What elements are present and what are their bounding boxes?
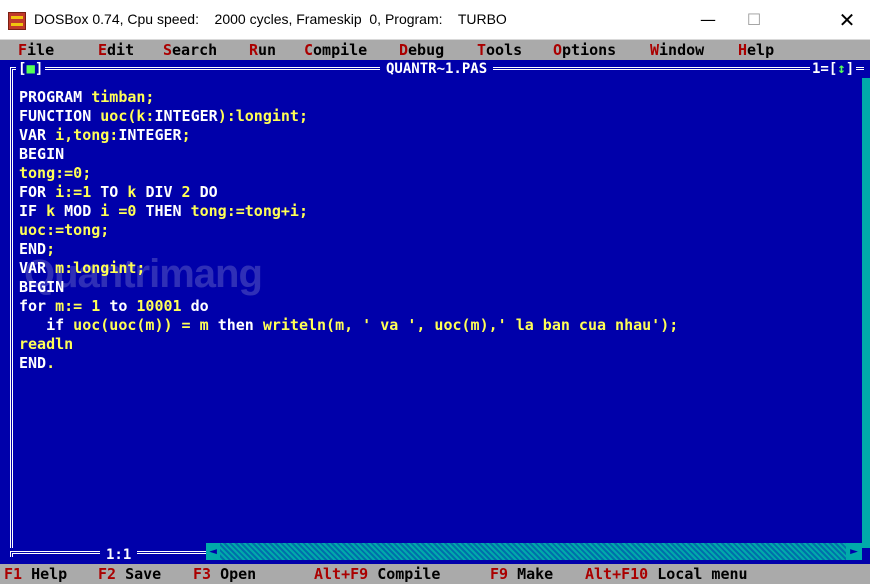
- menu-search[interactable]: Search: [163, 40, 217, 60]
- code-line[interactable]: for m:= 1 to 10001 do: [19, 297, 678, 316]
- code-keyword: FUNCTION: [19, 107, 92, 125]
- code-line[interactable]: tong:=0;: [19, 164, 678, 183]
- editor-close-box[interactable]: [■]: [16, 60, 46, 78]
- code-keyword: INTEGER: [118, 126, 182, 144]
- editor-window-number[interactable]: 1=[↕]: [810, 60, 857, 78]
- code-keyword: to: [109, 297, 128, 315]
- status-help[interactable]: F1 Help: [4, 564, 67, 584]
- code-keyword: MOD: [64, 202, 92, 220]
- status-compile[interactable]: Alt+F9 Compile: [314, 564, 440, 584]
- cursor-position: 1:1: [100, 548, 138, 562]
- code-keyword: IF: [19, 202, 38, 220]
- editor-filename: QUANTR~1.PAS: [380, 60, 494, 78]
- code-text: .: [46, 354, 56, 372]
- menu-debug[interactable]: Debug: [399, 40, 444, 60]
- code-line[interactable]: END.: [19, 354, 678, 373]
- code-line[interactable]: BEGIN: [19, 145, 678, 164]
- scroll-right-arrow-icon[interactable]: ►: [846, 543, 862, 560]
- horizontal-scrollbar[interactable]: [206, 543, 862, 560]
- code-line[interactable]: PROGRAM timban;: [19, 88, 678, 107]
- code-text: m:= 1: [46, 297, 110, 315]
- code-line[interactable]: VAR i,tong:INTEGER;: [19, 126, 678, 145]
- menu-options[interactable]: Options: [553, 40, 616, 60]
- menu-bar: File Edit Search Run Compile Debug Tools…: [0, 40, 870, 60]
- status-local-menu[interactable]: Alt+F10 Local menu: [585, 564, 748, 584]
- menu-tools[interactable]: Tools: [477, 40, 522, 60]
- status-bar: F1 Help F2 Save F3 Open Alt+F9 Compile F…: [0, 564, 870, 584]
- code-text: 10001: [127, 297, 191, 315]
- code-line[interactable]: if uoc(uoc(m)) = m then writeln(m, ' va …: [19, 316, 678, 335]
- code-editor[interactable]: PROGRAM timban; FUNCTION uoc(k:INTEGER):l…: [19, 88, 678, 373]
- code-keyword: BEGIN: [19, 145, 65, 163]
- editor-frame-bottom: 1:1: [10, 548, 216, 562]
- code-keyword: DO: [199, 183, 218, 201]
- code-text: ):longint;: [217, 107, 308, 125]
- status-make[interactable]: F9 Make: [490, 564, 553, 584]
- code-text: uoc(k:: [91, 107, 155, 125]
- menu-compile[interactable]: Compile: [304, 40, 367, 60]
- code-keyword: for: [19, 297, 47, 315]
- code-text: tong:=tong+i;: [181, 202, 308, 220]
- code-text: i,tong:: [46, 126, 119, 144]
- code-keyword: then: [217, 316, 254, 334]
- code-text: readln: [19, 335, 74, 353]
- code-text: ;: [46, 240, 56, 258]
- dos-screen: File Edit Search Run Compile Debug Tools…: [0, 40, 870, 584]
- code-line[interactable]: IF k MOD i =0 THEN tong:=tong+i;: [19, 202, 678, 221]
- status-save[interactable]: F2 Save: [98, 564, 161, 584]
- menu-run[interactable]: Run: [249, 40, 276, 60]
- code-keyword: PROGRAM: [19, 88, 83, 106]
- code-text: 2: [172, 183, 200, 201]
- code-keyword: END: [19, 240, 47, 258]
- code-text: timban;: [82, 88, 155, 106]
- code-keyword: FOR: [19, 183, 47, 201]
- code-text: uoc(uoc(m)) = m: [64, 316, 218, 334]
- code-keyword: TO: [100, 183, 119, 201]
- code-line[interactable]: uoc:=tong;: [19, 221, 678, 240]
- menu-edit[interactable]: Edit: [98, 40, 134, 60]
- code-line[interactable]: FOR i:=1 TO k DIV 2 DO: [19, 183, 678, 202]
- code-keyword: do: [190, 297, 209, 315]
- code-keyword: END: [19, 354, 47, 372]
- code-text: m:longint;: [46, 259, 146, 277]
- menu-window[interactable]: Window: [650, 40, 704, 60]
- code-keyword: if: [46, 316, 65, 334]
- code-text: i:=1: [46, 183, 101, 201]
- vertical-scrollbar[interactable]: [862, 78, 870, 548]
- dosbox-icon: [8, 12, 26, 30]
- code-line[interactable]: BEGIN: [19, 278, 678, 297]
- code-text: ;: [181, 126, 191, 144]
- code-keyword: DIV: [145, 183, 173, 201]
- scroll-left-arrow-icon[interactable]: ◄: [206, 543, 220, 560]
- code-line[interactable]: readln: [19, 335, 678, 354]
- maximize-button[interactable]: ☐: [731, 0, 777, 40]
- minimize-button[interactable]: —: [685, 0, 731, 40]
- code-keyword: THEN: [145, 202, 182, 220]
- code-keyword: INTEGER: [154, 107, 218, 125]
- code-line[interactable]: VAR m:longint;: [19, 259, 678, 278]
- window-title-bar: DOSBox 0.74, Cpu speed: 2000 cycles, Fra…: [0, 0, 870, 40]
- code-keyword: VAR: [19, 126, 47, 144]
- status-open[interactable]: F3 Open: [193, 564, 256, 584]
- editor-frame-top: [■] QUANTR~1.PAS 1=[↕]: [0, 60, 870, 78]
- code-text: writeln(m, ' va ', uoc(m),' la ban cua n…: [253, 316, 679, 334]
- editor-frame-left: [10, 78, 15, 548]
- code-text: k: [37, 202, 65, 220]
- code-keyword: BEGIN: [19, 278, 65, 296]
- code-text: i =0: [91, 202, 146, 220]
- menu-file[interactable]: File: [18, 40, 54, 60]
- window-title: DOSBox 0.74, Cpu speed: 2000 cycles, Fra…: [34, 11, 507, 27]
- close-button[interactable]: ✕: [824, 0, 870, 40]
- code-text: tong:=0;: [19, 164, 92, 182]
- code-keyword: VAR: [19, 259, 47, 277]
- menu-help[interactable]: Help: [738, 40, 774, 60]
- code-line[interactable]: FUNCTION uoc(k:INTEGER):longint;: [19, 107, 678, 126]
- code-line[interactable]: END;: [19, 240, 678, 259]
- code-text: k: [118, 183, 146, 201]
- code-text: uoc:=tong;: [19, 221, 110, 239]
